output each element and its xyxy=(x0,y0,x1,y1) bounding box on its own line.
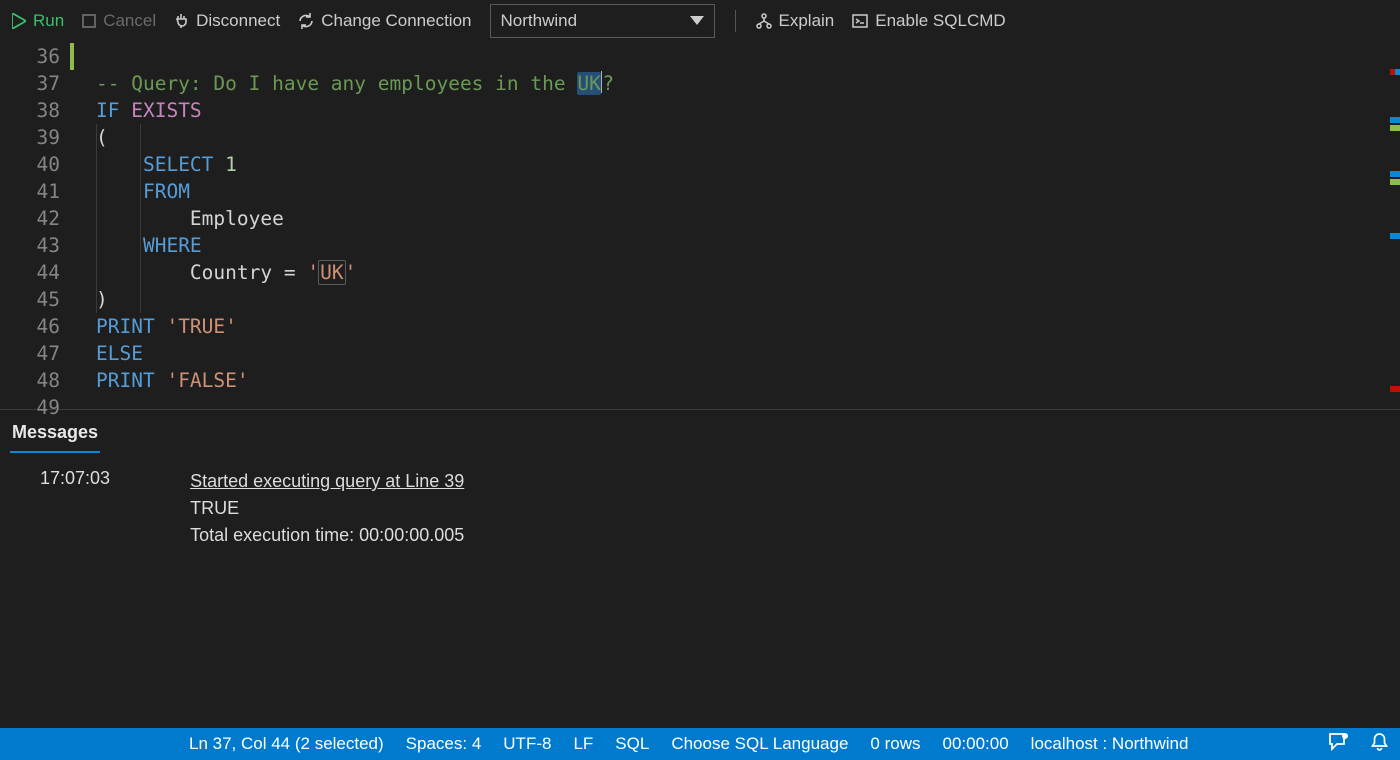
tab-messages[interactable]: Messages xyxy=(10,418,100,453)
message-line: TRUE xyxy=(190,495,464,522)
code-line[interactable]: Employee xyxy=(96,205,1400,232)
line-number: 48 xyxy=(0,367,60,394)
line-number: 38 xyxy=(0,97,60,124)
code-line[interactable]: FROM xyxy=(96,178,1400,205)
overview-ruler[interactable] xyxy=(1384,43,1400,409)
query-toolbar: Run Cancel Disconnect Change Connection … xyxy=(0,0,1400,43)
code-line[interactable] xyxy=(96,43,1400,70)
code-line[interactable] xyxy=(96,394,1400,421)
explain-button[interactable]: Explain xyxy=(756,11,835,31)
cancel-button: Cancel xyxy=(82,11,156,31)
output-panel: Messages 17:07:03 Started executing quer… xyxy=(0,409,1400,728)
code-line[interactable]: WHERE xyxy=(96,232,1400,259)
run-label: Run xyxy=(33,11,64,31)
code-line[interactable]: PRINT 'FALSE' xyxy=(96,367,1400,394)
cancel-label: Cancel xyxy=(103,11,156,31)
code-line[interactable]: PRINT 'TRUE' xyxy=(96,313,1400,340)
refresh-icon xyxy=(298,13,314,29)
enable-sqlcmd-button[interactable]: Enable SQLCMD xyxy=(852,11,1005,31)
marker-icon xyxy=(1390,125,1400,131)
terminal-icon xyxy=(852,14,868,28)
status-bar: Ln 37, Col 44 (2 selected) Spaces: 4 UTF… xyxy=(0,728,1400,760)
marker-icon xyxy=(1390,69,1400,75)
line-number-gutter: 3637383940414243444546474849 xyxy=(0,43,70,409)
database-selected: Northwind xyxy=(501,11,578,31)
status-exec-time[interactable]: 00:00:00 xyxy=(942,734,1008,754)
message-line: Started executing query at Line 39 xyxy=(190,468,464,495)
code-line[interactable]: SELECT 1 xyxy=(96,151,1400,178)
explain-label: Explain xyxy=(779,11,835,31)
change-connection-label: Change Connection xyxy=(321,11,471,31)
line-number: 43 xyxy=(0,232,60,259)
play-icon xyxy=(12,13,26,29)
messages-body: 17:07:03 Started executing query at Line… xyxy=(0,453,1400,559)
chevron-down-icon xyxy=(690,16,704,26)
status-indentation[interactable]: Spaces: 4 xyxy=(406,734,482,754)
line-number: 39 xyxy=(0,124,60,151)
marker-icon xyxy=(1390,386,1400,392)
bell-icon[interactable] xyxy=(1371,733,1388,756)
feedback-icon[interactable] xyxy=(1329,733,1349,756)
run-button[interactable]: Run xyxy=(12,11,64,31)
disconnect-button[interactable]: Disconnect xyxy=(174,11,280,31)
code-line[interactable]: ELSE xyxy=(96,340,1400,367)
code-content[interactable]: -- Query: Do I have any employees in the… xyxy=(76,43,1400,409)
code-line[interactable]: Country = 'UK' xyxy=(96,259,1400,286)
line-number: 36 xyxy=(0,43,60,70)
change-connection-button[interactable]: Change Connection xyxy=(298,11,471,31)
line-number: 45 xyxy=(0,286,60,313)
message-timestamp: 17:07:03 xyxy=(10,468,110,489)
disconnect-label: Disconnect xyxy=(196,11,280,31)
line-number: 37 xyxy=(0,70,60,97)
marker-icon xyxy=(1390,233,1400,239)
code-line[interactable]: ) xyxy=(96,286,1400,313)
code-line[interactable]: IF EXISTS xyxy=(96,97,1400,124)
line-number: 41 xyxy=(0,178,60,205)
line-number: 42 xyxy=(0,205,60,232)
tree-icon xyxy=(756,13,772,29)
line-number: 44 xyxy=(0,259,60,286)
marker-icon xyxy=(1390,117,1400,123)
line-number: 46 xyxy=(0,313,60,340)
code-editor[interactable]: 3637383940414243444546474849 -- Query: D… xyxy=(0,43,1400,409)
status-row-count[interactable]: 0 rows xyxy=(870,734,920,754)
status-cursor-position[interactable]: Ln 37, Col 44 (2 selected) xyxy=(189,734,384,754)
plug-icon xyxy=(174,13,189,29)
status-eol[interactable]: LF xyxy=(573,734,593,754)
sqlcmd-label: Enable SQLCMD xyxy=(875,11,1005,31)
status-connection[interactable]: localhost : Northwind xyxy=(1031,734,1189,754)
database-dropdown[interactable]: Northwind xyxy=(490,4,715,38)
status-encoding[interactable]: UTF-8 xyxy=(503,734,551,754)
code-line[interactable]: ( xyxy=(96,124,1400,151)
message-lines: Started executing query at Line 39TRUETo… xyxy=(190,468,464,549)
status-language[interactable]: SQL xyxy=(615,734,649,754)
message-line: Total execution time: 00:00:00.005 xyxy=(190,522,464,549)
marker-icon xyxy=(1390,179,1400,185)
line-number: 40 xyxy=(0,151,60,178)
toolbar-separator xyxy=(735,10,736,32)
line-number: 49 xyxy=(0,394,60,421)
line-number: 47 xyxy=(0,340,60,367)
stop-icon xyxy=(82,14,96,28)
code-line[interactable]: -- Query: Do I have any employees in the… xyxy=(96,70,1400,97)
status-choose-language[interactable]: Choose SQL Language xyxy=(671,734,848,754)
marker-icon xyxy=(1390,171,1400,177)
